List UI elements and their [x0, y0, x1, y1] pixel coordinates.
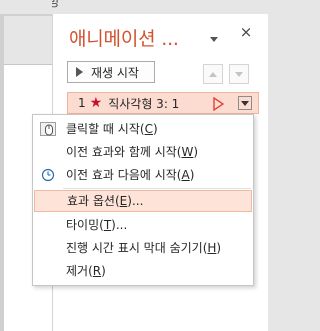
menu-suffix: ): [152, 122, 158, 136]
play-button[interactable]: 재생 시작: [67, 61, 155, 83]
menu-item-remove[interactable]: 제거(R): [34, 260, 252, 282]
powerpoint-animation-pane-window: 다이빙 애니메이션 ... × 재생 시작 1 ★ 직사각형 3: 1: [0, 0, 268, 331]
arrow-up-icon: [209, 72, 217, 77]
menu-label: 이전 효과 다음에 시작(: [66, 168, 182, 182]
pane-title: 애니메이션 ...: [69, 28, 179, 50]
menu-item-effect-options[interactable]: 효과 옵션(E)...: [34, 190, 252, 212]
chevron-down-icon: [210, 37, 218, 42]
menu-label: 클릭할 때 시작(: [66, 122, 145, 136]
menu-item-start-on-click[interactable]: 클릭할 때 시작(C): [34, 118, 252, 140]
menu-accel-key: C: [144, 122, 153, 136]
clock-icon: [40, 168, 56, 182]
menu-label: 이전 효과와 함께 시작(: [66, 145, 182, 159]
menu-accel-key: A: [181, 168, 190, 182]
menu-suffix: ): [189, 168, 195, 182]
menu-suffix: ): [216, 241, 222, 255]
canvas-edge-top: [0, 14, 52, 16]
menu-label: 진행 시간 표시 막대 숨기기(: [66, 241, 208, 255]
effect-timeline-icon: [213, 97, 224, 111]
menu-item-with-previous[interactable]: 이전 효과와 함께 시작(W): [34, 141, 252, 163]
mouse-click-icon: [40, 122, 56, 136]
play-label: 재생 시작: [91, 65, 139, 80]
chevron-down-icon: [241, 101, 249, 106]
play-icon: [76, 67, 83, 77]
move-down-button[interactable]: [229, 64, 249, 84]
menu-label: 타이밍(: [66, 218, 104, 232]
animation-number: 1: [78, 96, 86, 110]
menu-item-timing[interactable]: 타이밍(T)...: [34, 214, 252, 236]
animation-target-name: 직사각형 3: 1: [108, 96, 180, 111]
menu-item-hide-timeline[interactable]: 진행 시간 표시 막대 숨기기(H): [34, 237, 252, 259]
pane-options-button[interactable]: [209, 29, 219, 42]
animation-context-menu: 클릭할 때 시작(C) 이전 효과와 함께 시작(W) 이전 효과 다음에 시작…: [32, 114, 254, 286]
menu-accel-key: R: [92, 264, 102, 278]
menu-separator: [63, 188, 251, 189]
arrow-down-icon: [235, 72, 243, 77]
menu-suffix: ): [101, 264, 106, 278]
animation-item-dropdown-button[interactable]: [238, 96, 252, 110]
menu-suffix: ): [193, 145, 199, 159]
entrance-star-icon: ★: [89, 95, 103, 111]
menu-suffix: )...: [111, 218, 128, 232]
menu-label: 제거(: [66, 264, 93, 278]
menu-label: 효과 옵션(: [67, 194, 120, 208]
close-button[interactable]: ×: [239, 25, 253, 40]
move-up-button[interactable]: [203, 64, 223, 84]
animation-list-item[interactable]: 1 ★ 직사각형 3: 1: [67, 92, 259, 114]
menu-accel-key: W: [181, 145, 194, 159]
menu-item-after-previous[interactable]: 이전 효과 다음에 시작(A): [34, 164, 252, 186]
menu-suffix: )...: [127, 194, 144, 208]
